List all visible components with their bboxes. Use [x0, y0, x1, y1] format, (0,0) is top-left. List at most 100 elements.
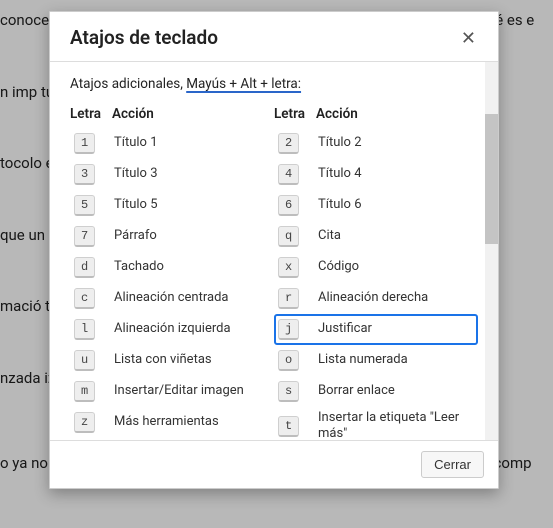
key-cell: s — [278, 381, 318, 402]
close-button[interactable]: Cerrar — [421, 451, 484, 478]
shortcut-row: 7 Párrafo — [70, 221, 274, 252]
keyboard-key: c — [74, 288, 95, 309]
key-cell: z — [74, 412, 114, 433]
shortcut-action: Insertar/Editar imagen — [114, 383, 270, 399]
shortcut-action: Título 4 — [318, 166, 474, 182]
shortcut-action: Alineación izquierda — [114, 321, 270, 337]
shortcut-action: Justificar — [318, 321, 474, 337]
shortcut-action: Título 2 — [318, 135, 474, 151]
shortcut-row: o Lista numerada — [274, 345, 478, 376]
shortcut-row: t Insertar la etiqueta "Leer más" — [274, 407, 478, 441]
keyboard-key: 4 — [278, 164, 299, 185]
shortcut-row: 1 Título 1 — [70, 128, 274, 159]
modal-footer: Cerrar — [50, 441, 498, 488]
shortcut-row: x Código — [274, 252, 478, 283]
key-cell: c — [74, 288, 114, 309]
key-cell: j — [278, 319, 318, 340]
key-cell: l — [74, 319, 114, 340]
shortcut-action: Cita — [318, 228, 474, 244]
keyboard-key: u — [74, 350, 95, 371]
column-header: Letra Acción — [274, 106, 478, 122]
modal-header: Atajos de teclado ✕ — [50, 12, 498, 61]
shortcut-row: c Alineación centrada — [70, 283, 274, 314]
left-column: Letra Acción 1 Título 1 3 Título 3 5 Título 5… — [70, 106, 274, 441]
shortcut-row: m Insertar/Editar imagen — [70, 376, 274, 407]
shortcut-columns: Letra Acción 1 Título 1 3 Título 3 5 Título 5… — [70, 106, 478, 441]
shortcut-action: Insertar la etiqueta "Leer más" — [318, 410, 474, 441]
intro-prefix: Atajos adicionales, — [70, 76, 186, 92]
header-letter: Letra — [274, 106, 316, 122]
keyboard-key: 5 — [74, 195, 95, 216]
key-cell: 7 — [74, 226, 114, 247]
shortcut-action: Más herramientas — [114, 414, 270, 430]
keyboard-shortcuts-modal: Atajos de teclado ✕ Atajos adicionales, … — [49, 11, 499, 489]
intro-highlight: Mayús + Alt + letra: — [186, 76, 301, 92]
header-action: Acción — [316, 106, 478, 122]
column-header: Letra Acción — [70, 106, 274, 122]
key-cell: 5 — [74, 195, 114, 216]
key-cell: m — [74, 381, 114, 402]
keyboard-key: q — [278, 226, 299, 247]
shortcut-row: l Alineación izquierda — [70, 314, 274, 345]
header-action: Acción — [112, 106, 274, 122]
shortcut-action: Título 3 — [114, 166, 270, 182]
intro-text: Atajos adicionales, Mayús + Alt + letra: — [70, 76, 478, 92]
key-cell: 4 — [278, 164, 318, 185]
keyboard-key: 1 — [74, 133, 95, 154]
keyboard-key: m — [74, 381, 95, 402]
shortcut-row: u Lista con viñetas — [70, 345, 274, 376]
shortcut-row: 2 Título 2 — [274, 128, 478, 159]
shortcut-action: Tachado — [114, 259, 270, 275]
key-cell: 2 — [278, 133, 318, 154]
keyboard-key: 3 — [74, 164, 95, 185]
key-cell: o — [278, 350, 318, 371]
keyboard-key: x — [278, 257, 299, 278]
key-cell: u — [74, 350, 114, 371]
shortcut-action: Título 1 — [114, 135, 270, 151]
shortcut-row: r Alineación derecha — [274, 283, 478, 314]
scrollbar-thumb[interactable] — [485, 114, 498, 244]
keyboard-key: d — [74, 257, 95, 278]
shortcut-row: j Justificar — [274, 314, 478, 345]
shortcut-row: 5 Título 5 — [70, 190, 274, 221]
shortcut-action: Título 6 — [318, 197, 474, 213]
keyboard-key: j — [278, 319, 299, 340]
keyboard-key: t — [278, 416, 299, 437]
scrollbar-track[interactable] — [485, 62, 498, 440]
key-cell: 3 — [74, 164, 114, 185]
key-cell: 1 — [74, 133, 114, 154]
shortcut-row: 6 Título 6 — [274, 190, 478, 221]
close-icon[interactable]: ✕ — [457, 27, 480, 49]
modal-body: Atajos adicionales, Mayús + Alt + letra:… — [50, 61, 498, 441]
shortcut-row: d Tachado — [70, 252, 274, 283]
key-cell: x — [278, 257, 318, 278]
shortcut-row: z Más herramientas — [70, 407, 274, 438]
shortcut-row: sBorrar enlace — [274, 376, 478, 407]
keyboard-key: r — [278, 288, 299, 309]
keyboard-key: s — [278, 381, 299, 402]
key-cell: r — [278, 288, 318, 309]
shortcut-action: Lista con viñetas — [114, 352, 270, 368]
key-cell: d — [74, 257, 114, 278]
shortcut-action: Lista numerada — [318, 352, 474, 368]
shortcut-row: 3 Título 3 — [70, 159, 274, 190]
keyboard-key: l — [74, 319, 95, 340]
header-letter: Letra — [70, 106, 112, 122]
keyboard-key: 2 — [278, 133, 299, 154]
key-cell: q — [278, 226, 318, 247]
shortcut-action: Alineación centrada — [114, 290, 270, 306]
right-column: Letra Acción 2 Título 2 4 Título 4 6 Título 6… — [274, 106, 478, 441]
keyboard-key: z — [74, 412, 95, 433]
modal-title: Atajos de teclado — [70, 26, 218, 49]
key-cell: t — [278, 416, 318, 437]
key-cell: 6 — [278, 195, 318, 216]
shortcut-row: q Cita — [274, 221, 478, 252]
shortcut-row: 4 Título 4 — [274, 159, 478, 190]
shortcut-action: Alineación derecha — [318, 290, 474, 306]
keyboard-key: 7 — [74, 226, 95, 247]
keyboard-key: 6 — [278, 195, 299, 216]
shortcut-action: Párrafo — [114, 228, 270, 244]
shortcut-action: Título 5 — [114, 197, 270, 213]
shortcut-action: Código — [318, 259, 474, 275]
keyboard-key: o — [278, 350, 299, 371]
